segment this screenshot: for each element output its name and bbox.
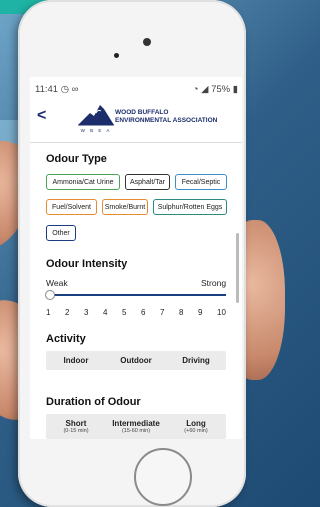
duration-short-label: Short: [65, 419, 87, 428]
form-content: Odour Type Ammonia/Cat Urine Asphalt/Tar…: [30, 143, 242, 439]
intensity-slider-track[interactable]: [50, 294, 226, 296]
app-header: < W B E A WOOD BUFFALO ENVIRONMENTAL ASS…: [30, 99, 242, 133]
duration-intermediate-range: (15-60 min): [121, 428, 151, 434]
scale-strong-label: Strong: [201, 278, 227, 288]
wbea-logo: W B E A: [78, 105, 114, 133]
activity-driving[interactable]: Driving: [166, 351, 226, 370]
status-bar: 11:41 ◷ ∞ ◔ ◢ 75% ▮: [35, 84, 238, 96]
chip-other[interactable]: Other: [46, 225, 76, 241]
activity-outdoor[interactable]: Outdoor: [106, 351, 166, 370]
scale-weak-label: Weak: [46, 278, 68, 288]
chip-ammonia[interactable]: Ammonia/Cat Urine: [46, 174, 120, 190]
org-name-line1: WOOD BUFFALO: [115, 109, 169, 116]
duration-title: Duration of Odour: [46, 396, 141, 408]
chip-fecal[interactable]: Fecal/Septic: [175, 174, 227, 190]
scale-number: 3: [84, 308, 89, 317]
duration-long-range: (+60 min): [184, 428, 208, 434]
back-icon[interactable]: <: [37, 107, 46, 125]
scale-number: 9: [198, 308, 203, 317]
activity-title: Activity: [46, 333, 86, 345]
org-name: WOOD BUFFALO ENVIRONMENTAL ASSOCIATION: [115, 109, 217, 124]
duration-segmented-control: Short (0-15 min) Intermediate (15-60 min) …: [46, 414, 226, 439]
scrollbar[interactable]: [236, 233, 239, 303]
odour-intensity-title: Odour Intensity: [46, 258, 128, 270]
org-name-line2: ENVIRONMENTAL ASSOCIATION: [115, 116, 218, 124]
duration-short-range: (0-15 min): [63, 428, 89, 434]
scale-number: 7: [160, 308, 165, 317]
duration-intermediate[interactable]: Intermediate (15-60 min): [106, 414, 166, 439]
duration-short[interactable]: Short (0-15 min): [46, 414, 106, 439]
status-time: 11:41: [35, 84, 59, 95]
home-button[interactable]: [134, 448, 192, 506]
scale-number: 8: [179, 308, 184, 317]
scale-number: 5: [122, 308, 127, 317]
camera-icon: [114, 53, 119, 58]
intensity-slider-thumb[interactable]: [45, 290, 55, 300]
activity-indoor[interactable]: Indoor: [46, 351, 106, 370]
battery-level: 75%: [211, 84, 231, 95]
intensity-scale-numbers: 1 2 3 4 5 6 7 8 9 10: [46, 308, 226, 317]
chip-sulphur[interactable]: Sulphur/Rotten Eggs: [153, 199, 227, 215]
duration-long[interactable]: Long (+60 min): [166, 414, 226, 439]
status-left-icons: ◷ ∞: [60, 84, 79, 95]
logo-letters: W B E A: [81, 128, 112, 133]
scale-number: 4: [103, 308, 108, 317]
speaker-icon: [143, 38, 151, 46]
odour-type-title: Odour Type: [46, 153, 107, 165]
scale-number: 1: [46, 308, 51, 317]
activity-segmented-control: Indoor Outdoor Driving: [46, 351, 226, 370]
scale-number: 6: [141, 308, 146, 317]
battery-icon: ▮: [232, 84, 238, 95]
app-screen: 11:41 ◷ ∞ ◔ ◢ 75% ▮ < W B E A WOOD BUFFA…: [30, 77, 242, 439]
scale-number: 2: [65, 308, 70, 317]
chip-fuel[interactable]: Fuel/Solvent: [46, 199, 97, 215]
duration-intermediate-label: Intermediate: [112, 419, 160, 428]
chip-smoke[interactable]: Smoke/Burnt: [102, 199, 148, 215]
chip-asphalt[interactable]: Asphalt/Tar: [125, 174, 170, 190]
duration-long-label: Long: [186, 419, 206, 428]
scale-number: 10: [217, 308, 226, 317]
signal-icon: ◔ ◢: [192, 84, 209, 95]
